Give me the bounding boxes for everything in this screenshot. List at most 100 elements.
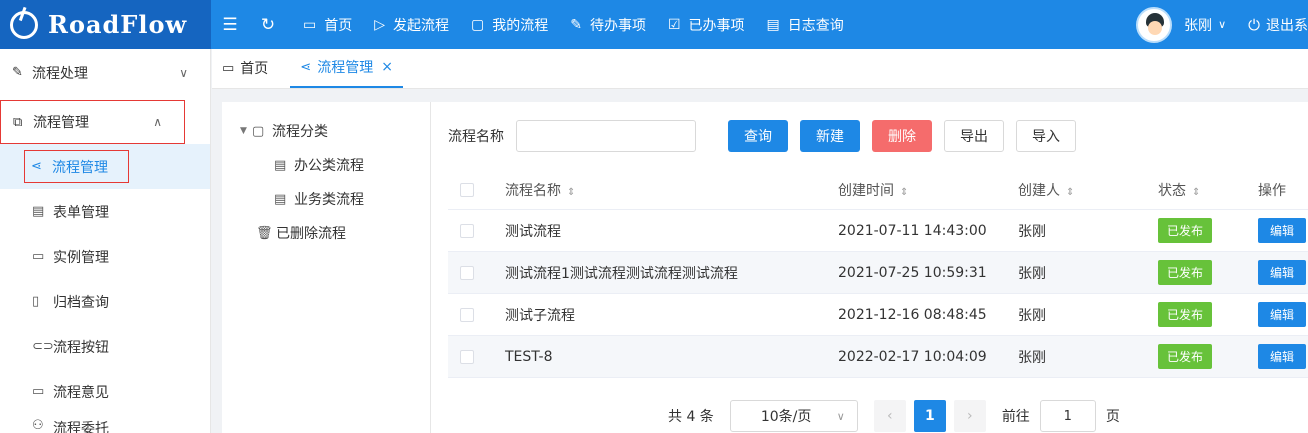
sidebar-group-flow-process[interactable]: ✎ 流程处理 ∨ bbox=[0, 49, 210, 96]
refresh-icon[interactable]: ↻ bbox=[249, 15, 287, 35]
nav-done[interactable]: ☑ 已办事项 bbox=[668, 15, 745, 35]
nav-todo[interactable]: ✎ 待办事项 bbox=[570, 15, 646, 35]
edit-button[interactable]: 编辑 bbox=[1258, 302, 1307, 327]
nav-start-flow-label: 发起流程 bbox=[393, 17, 450, 34]
export-button[interactable]: 导出 bbox=[944, 120, 1004, 152]
nav-start-flow[interactable]: ▷ 发起流程 bbox=[374, 15, 449, 35]
sidebar-item-flow-buttons[interactable]: ⊂⊃ 流程按钮 bbox=[0, 324, 210, 369]
caret-down-icon[interactable]: ▼ bbox=[240, 126, 252, 136]
sort-icon[interactable]: ⇕ bbox=[900, 187, 908, 198]
select-all-checkbox[interactable] bbox=[460, 182, 474, 197]
query-button[interactable]: 查询 bbox=[728, 120, 788, 152]
cell-creator: 张刚 bbox=[1018, 349, 1046, 366]
edit-button[interactable]: 编辑 bbox=[1258, 260, 1307, 285]
cell-creator: 张刚 bbox=[1018, 223, 1046, 240]
row-checkbox-cell bbox=[448, 265, 505, 280]
top-bar: RoadFlow ☰ ↻ ▭ 首页 ▷ 发起流程 ▢ 我的流程 ✎ 待办事项 ☑… bbox=[0, 0, 1308, 49]
tree-node-business[interactable]: ▤ 业务类流程 bbox=[222, 182, 430, 216]
tree-node-root[interactable]: ▼ ▢ 流程分类 bbox=[222, 114, 430, 148]
delete-button[interactable]: 删除 bbox=[872, 120, 932, 152]
tree-node-label: 流程分类 bbox=[272, 124, 328, 140]
edit-button[interactable]: 编辑 bbox=[1258, 344, 1307, 369]
tab-flow-manage[interactable]: ⋖ 流程管理 × bbox=[290, 48, 403, 88]
avatar[interactable] bbox=[1136, 6, 1173, 43]
header-creator[interactable]: 创建人 ⇕ bbox=[1018, 180, 1158, 200]
cell-status: 已发布 bbox=[1158, 344, 1258, 369]
table-header: 流程名称 ⇕ 创建时间 ⇕ 创建人 ⇕ 状态 ⇕ 操作 bbox=[448, 170, 1308, 210]
document-icon: ▤ bbox=[274, 191, 287, 207]
nav-my-flows[interactable]: ▢ 我的流程 bbox=[471, 15, 548, 35]
tab-label: 首页 bbox=[240, 61, 269, 77]
edit-button[interactable]: 编辑 bbox=[1258, 218, 1307, 243]
cell-op: 编辑 bbox=[1258, 260, 1308, 285]
tab-home[interactable]: ▭ 首页 bbox=[212, 48, 278, 88]
create-button[interactable]: 新建 bbox=[800, 120, 860, 152]
logo-text: RoadFlow bbox=[48, 10, 188, 39]
nav-log-query[interactable]: ▤ 日志查询 bbox=[767, 15, 844, 35]
row-checkbox[interactable] bbox=[460, 307, 474, 322]
import-button[interactable]: 导入 bbox=[1016, 120, 1076, 152]
cell-time: 2021-07-11 14:43:00 bbox=[838, 222, 987, 239]
header-label: 创建时间 bbox=[838, 182, 894, 199]
sidebar-item-instance-manage[interactable]: ▭ 实例管理 bbox=[0, 234, 210, 279]
sidebar-item-flow-opinion[interactable]: ▭ 流程意见 bbox=[0, 369, 210, 414]
main-area: 流程名称 查询 新建 删除 导出 导入 流程名称 ⇕ 创建时间 ⇕ 创建人 ⇕ 状态 ⇕… bbox=[432, 102, 1308, 433]
sidebar-group-flow-manage[interactable]: ⧉ 流程管理 ∧ bbox=[0, 100, 185, 144]
sidebar-item-flow-manage[interactable]: ⋖ 流程管理 bbox=[0, 144, 210, 189]
header-status[interactable]: 状态 ⇕ bbox=[1158, 180, 1258, 200]
header-name[interactable]: 流程名称 ⇕ bbox=[505, 180, 838, 200]
sidebar-item-flow-delegate[interactable]: ⚇ 流程委托 bbox=[0, 414, 210, 433]
chevron-right-icon: › bbox=[967, 408, 973, 424]
chevron-down-icon: ∨ bbox=[179, 65, 188, 80]
sidebar-item-label: 流程意见 bbox=[53, 384, 109, 401]
folder-icon: ▢ bbox=[471, 16, 485, 33]
sidebar-item-archive-query[interactable]: ▯ 归档查询 bbox=[0, 279, 210, 324]
table-row[interactable]: 测试流程 2021-07-11 14:43:00 张刚 已发布 编辑 bbox=[448, 210, 1308, 252]
user-name[interactable]: 张刚 bbox=[1184, 15, 1212, 35]
tab-label: 流程管理 bbox=[317, 60, 374, 76]
sidebar-item-form-manage[interactable]: ▤ 表单管理 bbox=[0, 189, 210, 234]
logo[interactable]: RoadFlow bbox=[0, 0, 211, 49]
logout-label[interactable]: 退出系 bbox=[1266, 15, 1308, 35]
header-label: 操作 bbox=[1258, 182, 1286, 199]
next-page-button[interactable]: › bbox=[953, 400, 986, 432]
edit-icon: ✎ bbox=[12, 65, 23, 80]
row-checkbox[interactable] bbox=[460, 265, 474, 280]
row-checkbox-cell bbox=[448, 223, 505, 238]
goto-page-input[interactable]: 1 bbox=[1039, 400, 1096, 432]
row-checkbox[interactable] bbox=[460, 223, 474, 238]
calendar-icon: ▤ bbox=[766, 16, 780, 33]
status-badge: 已发布 bbox=[1158, 260, 1213, 285]
sort-icon[interactable]: ⇕ bbox=[1192, 187, 1200, 198]
tab-bar: ▭ 首页 ⋖ 流程管理 × bbox=[212, 49, 1308, 89]
nav-home[interactable]: ▭ 首页 bbox=[303, 15, 352, 35]
roadflow-logo-icon bbox=[10, 10, 38, 39]
page-size-select[interactable]: 10条/页 ∨ bbox=[729, 400, 858, 432]
page-number-current[interactable]: 1 bbox=[913, 400, 946, 432]
power-icon[interactable]: ⏻ bbox=[1248, 16, 1260, 34]
nav-done-label: 已办事项 bbox=[688, 17, 745, 34]
table-row[interactable]: 测试流程1测试流程测试流程测试流程 2021-07-25 10:59:31 张刚… bbox=[448, 252, 1308, 294]
header-time[interactable]: 创建时间 ⇕ bbox=[838, 180, 1018, 200]
chevron-down-icon: ∨ bbox=[836, 409, 845, 423]
tree-node-deleted[interactable]: 🗑 已删除流程 bbox=[222, 216, 430, 250]
row-checkbox[interactable] bbox=[460, 349, 474, 364]
menu-toggle-icon[interactable]: ☰ bbox=[211, 15, 249, 35]
status-badge: 已发布 bbox=[1158, 302, 1213, 327]
archive-icon: ▯ bbox=[32, 294, 40, 309]
chevron-down-icon[interactable]: ∨ bbox=[1218, 18, 1226, 31]
prev-page-button[interactable]: ‹ bbox=[873, 400, 906, 432]
chevron-left-icon: ‹ bbox=[887, 408, 893, 424]
table-row[interactable]: 测试子流程 2021-12-16 08:48:45 张刚 已发布 编辑 bbox=[448, 294, 1308, 336]
close-icon[interactable]: × bbox=[381, 59, 393, 75]
tree-node-office[interactable]: ▤ 办公类流程 bbox=[222, 148, 430, 182]
flow-name-input[interactable] bbox=[516, 120, 696, 152]
cell-name: TEST-8 bbox=[505, 348, 553, 365]
goto-label: 前往 bbox=[1001, 409, 1030, 425]
sort-icon[interactable]: ⇕ bbox=[567, 187, 575, 198]
trash-icon: 🗑 bbox=[256, 225, 273, 241]
sidebar-item-label: 表单管理 bbox=[53, 204, 109, 221]
status-badge: 已发布 bbox=[1158, 218, 1213, 243]
table-row[interactable]: TEST-8 2022-02-17 10:04:09 张刚 已发布 编辑 bbox=[448, 336, 1308, 378]
sort-icon[interactable]: ⇕ bbox=[1066, 187, 1074, 198]
